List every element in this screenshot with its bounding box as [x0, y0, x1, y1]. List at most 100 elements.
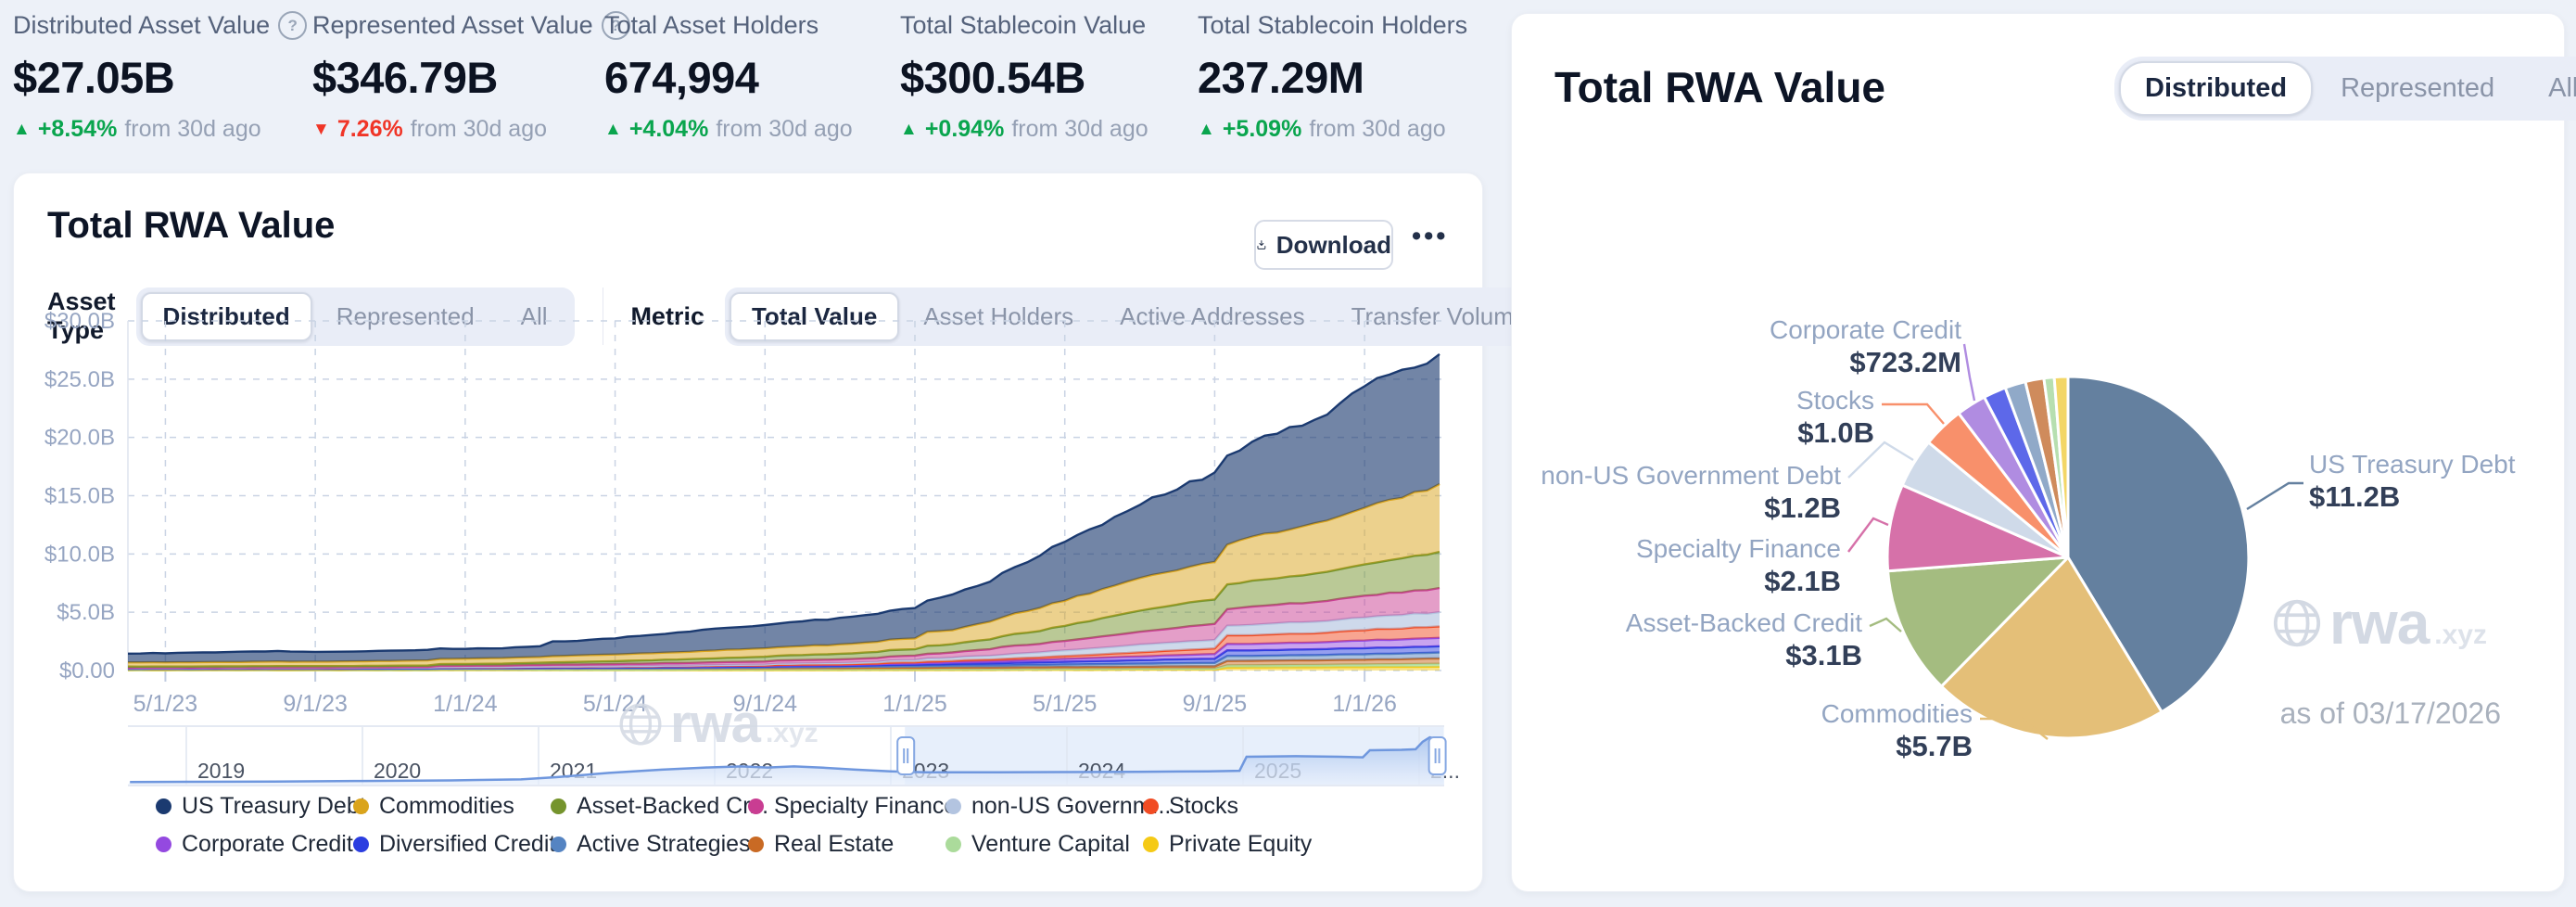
- y-axis-label: $30.0B: [44, 309, 115, 334]
- legend-item-us-treasury-debt[interactable]: US Treasury Debt: [156, 789, 353, 824]
- pie-label-connector-specialty-finance: [1848, 518, 1888, 552]
- legend-item-stocks[interactable]: Stocks: [1143, 789, 1340, 824]
- pie-label-name-non-us-government-debt: non-US Government Debt: [1541, 461, 1841, 490]
- stat-represented-asset-value: Represented Asset Value? $346.79B ▼7.26%…: [312, 11, 630, 143]
- as-of-date: as of 03/17/2026: [2280, 696, 2501, 731]
- legend-dot: [1143, 798, 1159, 814]
- up-triangle-icon: ▲: [900, 121, 918, 138]
- pie-label-connector-corporate-credit: [1964, 344, 1974, 401]
- legend-item-non-us-governm[interactable]: non-US Governm...: [945, 789, 1143, 824]
- pie-label-value-non-us-government-debt: $1.2B: [1764, 492, 1841, 524]
- stat-delta: +4.04%: [629, 116, 709, 143]
- legend-item-diversified-credit[interactable]: Diversified Credit: [353, 827, 551, 862]
- pie-label-name-stocks: Stocks: [1796, 386, 1874, 415]
- pie-label-value-specialty-finance: $2.1B: [1764, 565, 1841, 597]
- y-axis-label: $10.0B: [44, 542, 115, 567]
- y-axis-label: $5.0B: [57, 600, 115, 625]
- legend-item-specialty-finance[interactable]: Specialty Finance: [748, 789, 945, 824]
- legend-dot: [156, 798, 171, 814]
- legend-dot: [551, 837, 566, 852]
- legend-label: Diversified Credit: [379, 831, 555, 858]
- rwa-pie-chart: US Treasury Debt$11.2BCommodities$5.7BAs…: [1512, 14, 2564, 891]
- stat-delta: +5.09%: [1223, 116, 1302, 143]
- pie-label-value-commodities: $5.7B: [1896, 730, 1973, 762]
- stat-distributed-asset-value: Distributed Asset Value? $27.05B ▲+8.54%…: [13, 11, 307, 143]
- pie-label-name-us-treasury-debt: US Treasury Debt: [2309, 450, 2516, 479]
- stat-total-stablecoin-value: Total Stablecoin Value $300.54B ▲+0.94%f…: [900, 11, 1148, 143]
- minimap-year-label: 2020: [374, 759, 421, 783]
- chart-legend: US Treasury Debt Commodities Asset-Backed …: [14, 789, 1482, 862]
- y-axis-label: $15.0B: [44, 484, 115, 509]
- brush-handle-left[interactable]: [897, 737, 914, 774]
- legend-label: Stocks: [1169, 793, 1238, 820]
- up-triangle-icon: ▲: [1198, 121, 1215, 138]
- x-axis-label: 1/1/25: [882, 691, 947, 717]
- down-triangle-icon: ▼: [312, 121, 330, 138]
- legend-label: Asset-Backed Cr...: [577, 793, 768, 820]
- x-axis-label: 1/1/24: [433, 691, 498, 717]
- stat-label: Total Asset Holders: [604, 11, 853, 40]
- legend-item-venture-capital[interactable]: Venture Capital: [945, 827, 1143, 862]
- legend-item-corporate-credit[interactable]: Corporate Credit: [156, 827, 353, 862]
- x-axis-label: 5/1/24: [583, 691, 648, 717]
- up-triangle-icon: ▲: [604, 121, 622, 138]
- legend-item-private-equity[interactable]: Private Equity: [1143, 827, 1340, 862]
- stat-value: $300.54B: [900, 52, 1148, 103]
- stat-delta: +0.94%: [925, 116, 1005, 143]
- pie-label-connector-stocks: [1882, 404, 1944, 424]
- rwa-value-pie-card: Total RWA Value DistributedRepresentedAl…: [1511, 13, 2565, 892]
- pie-label-name-specialty-finance: Specialty Finance: [1636, 534, 1841, 563]
- legend-dot: [945, 837, 961, 852]
- legend-item-commodities[interactable]: Commodities: [353, 789, 551, 824]
- legend-label: US Treasury Debt: [182, 793, 366, 820]
- legend-label: Real Estate: [774, 831, 894, 858]
- pie-label-name-asset-backed-credit: Asset-Backed Credit: [1626, 608, 1862, 637]
- stat-label: Total Stablecoin Holders: [1198, 11, 1467, 40]
- legend-dot: [748, 837, 764, 852]
- stat-delta: +8.54%: [38, 116, 118, 143]
- y-axis-label: $20.0B: [44, 426, 115, 451]
- legend-dot: [156, 837, 171, 852]
- legend-label: non-US Governm...: [971, 793, 1171, 820]
- legend-dot: [353, 837, 369, 852]
- stat-delta: 7.26%: [337, 116, 403, 143]
- stat-period: from 30d ago: [124, 116, 260, 143]
- stats-row: Distributed Asset Value? $27.05B ▲ +8.54%…: [0, 11, 1483, 150]
- pie-label-connector-asset-backed-credit: [1870, 619, 1901, 632]
- legend-label: Private Equity: [1169, 831, 1312, 858]
- x-axis-label: 9/1/25: [1183, 691, 1248, 717]
- stat-value: $346.79B: [312, 52, 630, 103]
- legend-label: Specialty Finance: [774, 793, 957, 820]
- legend-dot: [551, 798, 566, 814]
- legend-label: Commodities: [379, 793, 514, 820]
- stat-period: from 30d ago: [1309, 116, 1445, 143]
- legend-item-active-strategies[interactable]: Active Strategies: [551, 827, 748, 862]
- brush-handle-right[interactable]: [1429, 737, 1446, 774]
- legend-dot: [748, 798, 764, 814]
- stat-value: $27.05B: [13, 52, 307, 103]
- legend-label: Active Strategies: [577, 831, 751, 858]
- pie-label-value-corporate-credit: $723.2M: [1849, 346, 1961, 378]
- stat-period: from 30d ago: [411, 116, 547, 143]
- legend-dot: [945, 798, 961, 814]
- legend-item-real-estate[interactable]: Real Estate: [748, 827, 945, 862]
- stat-label: Distributed Asset Value?: [13, 11, 307, 40]
- legend-label: Corporate Credit: [182, 831, 353, 858]
- stat-value: 674,994: [604, 52, 853, 103]
- stacked-area-chart[interactable]: $30.0B $25.0B $20.0B $15.0B $10.0B $5.0B $0.00…: [14, 173, 1482, 891]
- y-axis-label: $0.00: [59, 658, 115, 683]
- stat-period: from 30d ago: [1011, 116, 1148, 143]
- pie-label-connector-us-treasury-debt: [2247, 483, 2303, 509]
- stat-total-asset-holders: Total Asset Holders 674,994 ▲+4.04%from …: [604, 11, 853, 143]
- rwa-dashboard: { "stats": [ {"label":"Distributed Asset…: [0, 0, 2576, 907]
- legend-item-asset-backed-cr[interactable]: Asset-Backed Cr...: [551, 789, 748, 824]
- pie-label-value-us-treasury-debt: $11.2B: [2309, 480, 2400, 513]
- x-axis-label: 5/1/23: [133, 691, 198, 717]
- stat-value: 237.29M: [1198, 52, 1467, 103]
- pie-label-name-corporate-credit: Corporate Credit: [1770, 315, 1961, 344]
- info-icon[interactable]: ?: [278, 11, 307, 40]
- pie-label-value-stocks: $1.0B: [1797, 416, 1874, 449]
- pie-label-value-asset-backed-credit: $3.1B: [1785, 639, 1862, 671]
- y-axis-label: $25.0B: [44, 367, 115, 392]
- rwa-value-chart-card: Total RWA Value Download ••• Asset Type …: [13, 172, 1483, 892]
